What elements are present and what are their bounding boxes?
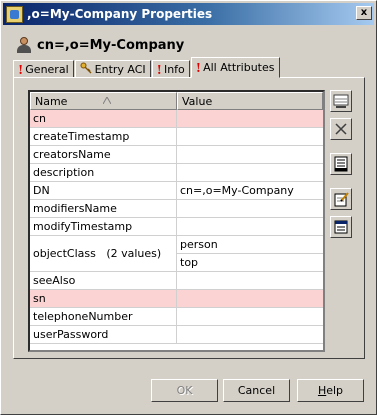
attribute-value-cell[interactable] (177, 308, 323, 325)
attribute-name-cell: userPassword (30, 326, 177, 343)
attribute-value-cell[interactable] (177, 290, 323, 307)
attribute-value-cell[interactable] (177, 146, 323, 163)
attribute-name-cell: seeAlso (30, 272, 177, 289)
table-row[interactable]: modifiersName (30, 200, 323, 218)
warning-icon: ! (18, 62, 24, 77)
delete-icon (335, 123, 347, 135)
table-row[interactable]: cn (30, 110, 323, 128)
attributes-table[interactable]: Name Value cn createTimestamp creatorsName… (28, 90, 325, 352)
table-row[interactable]: creatorsName (30, 146, 323, 164)
attribute-name-cell: sn (30, 290, 177, 307)
help-button[interactable]: Help (297, 379, 364, 402)
attribute-name-cell: modifiersName (30, 200, 177, 217)
attribute-value[interactable]: top (177, 253, 323, 271)
table-row[interactable]: modifyTimestamp (30, 218, 323, 236)
attribute-name-cell: description (30, 164, 177, 181)
attribute-value-cell[interactable] (177, 326, 323, 343)
tab-strip: ! General Entry ACI ! Info ! All Attribu… (13, 57, 281, 78)
attribute-value[interactable] (177, 146, 323, 163)
close-button[interactable]: x (356, 6, 372, 20)
tab-general[interactable]: ! General (13, 60, 74, 78)
attribute-name-cell: creatorsName (30, 146, 177, 163)
attribute-value[interactable] (177, 290, 323, 307)
add-attribute-icon (333, 94, 349, 108)
app-icon (6, 5, 23, 23)
column-header-value[interactable]: Value (177, 92, 323, 110)
ok-button[interactable]: OK (151, 379, 218, 402)
table-row[interactable]: seeAlso (30, 272, 323, 290)
table-row[interactable]: objectClass (2 values) person top (30, 236, 323, 272)
column-header-name[interactable]: Name (30, 92, 177, 110)
attribute-name-cell: DN (30, 182, 177, 199)
edit-values-button[interactable] (330, 153, 352, 175)
attribute-value-cell[interactable] (177, 164, 323, 181)
properties-window: ,o=My-Company Properties x cn=,o=My-Comp… (0, 0, 377, 415)
table-row[interactable]: telephoneNumber (30, 308, 323, 326)
table-row[interactable]: createTimestamp (30, 128, 323, 146)
key-icon (80, 62, 92, 77)
attribute-value-cell[interactable]: cn=,o=My-Company (177, 182, 323, 199)
table-row[interactable]: description (30, 164, 323, 182)
attribute-value[interactable] (177, 128, 323, 145)
add-attribute-button[interactable] (330, 90, 352, 112)
attribute-value[interactable]: cn=,o=My-Company (177, 182, 323, 199)
attribute-value-cell[interactable] (177, 110, 323, 127)
attribute-name-cell: modifyTimestamp (30, 218, 177, 235)
tab-label: Info (163, 63, 185, 76)
warning-icon: ! (195, 60, 202, 75)
warning-icon: ! (156, 62, 162, 77)
attribute-value[interactable] (177, 218, 323, 235)
tab-label: Entry ACI (94, 63, 146, 76)
window-title: ,o=My-Company Properties (27, 7, 213, 21)
table-body: cn createTimestamp creatorsName description… (30, 110, 323, 344)
attribute-value[interactable] (177, 326, 323, 343)
sort-arrow-icon (103, 95, 112, 106)
attribute-name-cell: cn (30, 110, 177, 127)
attribute-value-cell[interactable] (177, 272, 323, 289)
table-row[interactable]: userPassword (30, 326, 323, 344)
cancel-button[interactable]: Cancel (223, 379, 290, 402)
attribute-value[interactable] (177, 110, 323, 127)
attribute-value-cell[interactable] (177, 128, 323, 145)
user-icon (17, 37, 31, 53)
tab-info[interactable]: ! Info (151, 60, 190, 78)
title-bar[interactable]: ,o=My-Company Properties x (3, 3, 374, 25)
tab-entry-aci[interactable]: Entry ACI (74, 60, 151, 78)
attribute-name-cell: createTimestamp (30, 128, 177, 145)
all-attributes-panel: Name Value cn createTimestamp creatorsName… (13, 77, 365, 359)
attribute-name-cell: telephoneNumber (30, 308, 177, 325)
attribute-value[interactable] (177, 272, 323, 289)
table-header: Name Value (30, 92, 323, 110)
edit-button[interactable] (330, 188, 352, 210)
tab-label: All Attributes (203, 61, 275, 74)
attribute-value-cell[interactable] (177, 218, 323, 235)
attribute-value[interactable] (177, 164, 323, 181)
tab-all-attributes[interactable]: ! All Attributes (190, 57, 280, 78)
edit-icon (334, 192, 349, 207)
properties-list-button[interactable] (330, 216, 352, 238)
attribute-value-cell[interactable]: person top (177, 236, 323, 271)
properties-list-icon (334, 220, 348, 234)
tab-label: General (25, 63, 69, 76)
attribute-value[interactable] (177, 200, 323, 217)
edit-values-icon (334, 156, 348, 172)
attribute-name-cell: objectClass (2 values) (30, 236, 177, 271)
table-row[interactable]: DN cn=,o=My-Company (30, 182, 323, 200)
table-row[interactable]: sn (30, 290, 323, 308)
entry-header: cn=,o=My-Company (17, 37, 184, 53)
entry-title: cn=,o=My-Company (37, 37, 185, 53)
delete-attribute-button[interactable] (330, 118, 352, 140)
attribute-value[interactable] (177, 308, 323, 325)
attribute-value-cell[interactable] (177, 200, 323, 217)
attribute-value[interactable]: person (177, 236, 323, 253)
